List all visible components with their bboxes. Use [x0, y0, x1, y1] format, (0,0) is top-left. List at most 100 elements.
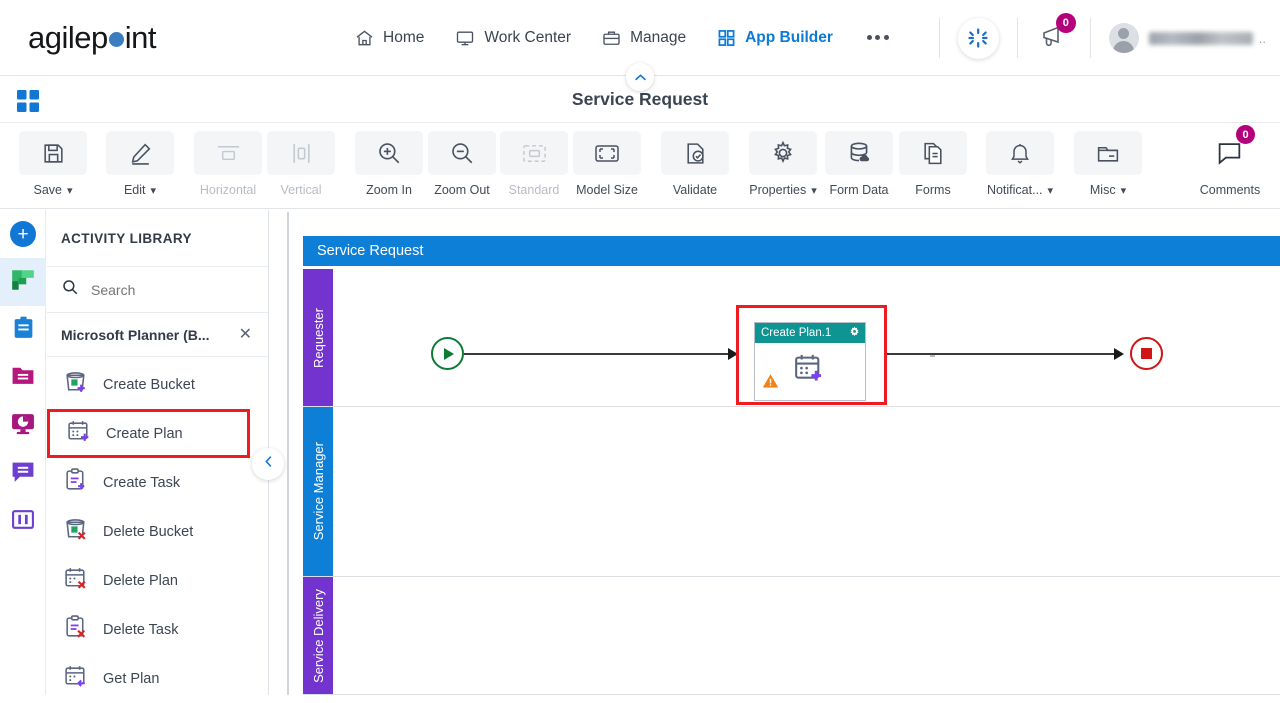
toolbar-label-form-data: Form Data — [829, 183, 889, 197]
rail-item-folder[interactable] — [0, 354, 46, 402]
toolbar-zoom-out-button[interactable]: Zoom Out — [423, 131, 501, 197]
activity-item-create-bucket[interactable]: Create Bucket — [47, 360, 268, 409]
validate-icon — [661, 131, 729, 175]
page-title-bar: Service Request — [0, 63, 1280, 123]
start-event-node[interactable] — [431, 337, 464, 370]
toolbar-model-size-button[interactable]: Model Size — [568, 131, 646, 197]
search-input[interactable] — [91, 281, 241, 298]
rail-item-planner[interactable] — [0, 258, 46, 306]
ellipsis-menu-button[interactable] — [866, 35, 889, 40]
nav-item-home[interactable]: Home — [354, 28, 424, 48]
toolbar-label-edit: Edit — [123, 183, 146, 197]
activity-label: Create Task — [103, 474, 181, 491]
agilepoint-logo[interactable]: agilep int — [28, 19, 157, 56]
activity-library-panel: ACTIVITY LIBRARY Microsoft Planner (B...… — [47, 210, 284, 695]
chevron-down-icon: ▾ — [150, 184, 157, 197]
activity-item-delete-plan[interactable]: Delete Plan — [47, 556, 268, 605]
task-delete-icon — [63, 614, 90, 646]
task-header: Create Plan.1 — [755, 323, 865, 343]
toolbar-form-data-button[interactable]: Form Data — [820, 131, 898, 197]
end-event-node[interactable] — [1130, 337, 1163, 370]
rail-item-analytics[interactable] — [0, 402, 46, 450]
activity-label: Create Bucket — [103, 376, 195, 393]
rail-item-clipboard[interactable] — [0, 306, 46, 354]
toolbar-label-notifications: Notificat... — [986, 183, 1043, 197]
rail-item-columns[interactable] — [0, 498, 46, 546]
activity-label: Delete Bucket — [103, 523, 194, 540]
chat-icon — [10, 459, 36, 489]
standard-icon — [500, 131, 568, 175]
activity-item-create-plan[interactable]: Create Plan — [47, 409, 250, 458]
toolbar-properties-button[interactable]: Properties ▾ — [744, 131, 822, 197]
zoom-in-icon — [355, 131, 423, 175]
pool-title: Service Request — [303, 236, 1280, 266]
activity-label: Delete Task — [103, 621, 179, 638]
toolbar-label-save: Save — [33, 183, 62, 197]
toolbar-vertical-button[interactable]: Vertical — [262, 131, 340, 197]
rail-item-chat[interactable] — [0, 450, 46, 498]
toolbar-standard-button[interactable]: Standard — [495, 131, 573, 197]
toolbar-comments-button[interactable]: 0 Comments — [1191, 125, 1269, 197]
divider-2 — [1016, 18, 1018, 58]
gear-icon[interactable] — [849, 326, 860, 340]
toolbar-validate-button[interactable]: Validate — [656, 131, 734, 197]
activity-item-delete-bucket[interactable]: Delete Bucket — [47, 507, 268, 556]
lane-body-service-delivery — [333, 577, 1280, 694]
announcements-button[interactable]: 0 — [1038, 12, 1076, 55]
activity-item-create-task[interactable]: Create Task — [47, 458, 268, 507]
toolbar-horizontal-button[interactable]: Horizontal — [189, 131, 267, 197]
lane-label-service-delivery: Service Delivery — [303, 577, 333, 694]
logo-text-part1: agilep — [28, 19, 108, 55]
toolbar-label-comments: Comments — [1199, 183, 1261, 197]
comments-badge: 0 — [1236, 125, 1255, 144]
add-activity-button[interactable]: + — [0, 210, 46, 258]
calendar-add-icon — [66, 418, 93, 450]
toolbar-forms-button[interactable]: Forms — [894, 131, 972, 197]
calendar-add-icon — [791, 350, 829, 391]
app-grid-icon[interactable] — [16, 89, 40, 118]
nav-item-work-center[interactable]: Work Center — [454, 28, 571, 48]
close-icon[interactable]: ✕ — [239, 326, 252, 343]
activity-item-get-plan[interactable]: Get Plan — [47, 654, 268, 703]
task-node-create-plan[interactable]: Create Plan.1 — [754, 322, 866, 401]
chevron-down-icon: ▾ — [1120, 184, 1127, 197]
arrow-head-2 — [1114, 347, 1124, 360]
toolbar-label-zoom-out: Zoom Out — [434, 183, 490, 197]
lane-requester: Requester Create Plan.1 — [303, 269, 1280, 407]
toolbar-edit-button[interactable]: Edit ▾ — [101, 131, 179, 197]
bucket-add-icon — [63, 369, 90, 401]
ribbon-toolbar: Save ▾ Edit ▾ Horizontal Vertical Zoom I… — [0, 123, 1280, 209]
toolbar-label-horizontal: Horizontal — [199, 183, 257, 197]
main-navigation: Home Work Center Manage App Builder — [354, 28, 889, 48]
chevron-up-icon[interactable] — [626, 63, 654, 91]
megaphone-icon — [1038, 25, 1068, 54]
page-title: Service Request — [571, 89, 709, 109]
left-icon-rail: + — [0, 210, 46, 695]
panel-collapse-button[interactable] — [252, 448, 284, 480]
nav-item-app-builder[interactable]: App Builder — [716, 28, 833, 48]
activity-group-header: Microsoft Planner (B... ✕ — [47, 313, 268, 357]
toolbar-save-button[interactable]: Save ▾ — [14, 131, 92, 197]
analytics-icon — [10, 411, 36, 441]
pinwheel-icon[interactable] — [957, 17, 999, 59]
lane-service-manager: Service Manager — [303, 407, 1280, 577]
chevron-left-icon — [261, 454, 276, 474]
header-right-tools: 0 .. — [938, 0, 1280, 76]
comment-icon: 0 — [1196, 125, 1264, 175]
dot-1 — [866, 35, 872, 40]
process-canvas[interactable]: Service Request Requester Create Plan.1 — [287, 212, 1280, 695]
toolbar-misc-button[interactable]: Misc ▾ — [1069, 131, 1147, 197]
columns-icon — [10, 507, 36, 537]
user-menu[interactable]: .. — [1108, 23, 1266, 53]
username-blurred — [1148, 31, 1253, 45]
toolbar-label-vertical: Vertical — [280, 183, 322, 197]
toolbar-notifications-button[interactable]: Notificat... ▾ — [981, 131, 1059, 197]
pencil-icon — [106, 131, 174, 175]
activity-item-delete-task[interactable]: Delete Task — [47, 605, 268, 654]
zoom-out-icon — [428, 131, 496, 175]
toolbar-zoom-in-button[interactable]: Zoom In — [350, 131, 428, 197]
chevron-down-icon: ▾ — [811, 184, 817, 197]
save-icon — [19, 131, 87, 175]
search-row — [47, 267, 268, 313]
nav-item-manage[interactable]: Manage — [601, 28, 686, 48]
